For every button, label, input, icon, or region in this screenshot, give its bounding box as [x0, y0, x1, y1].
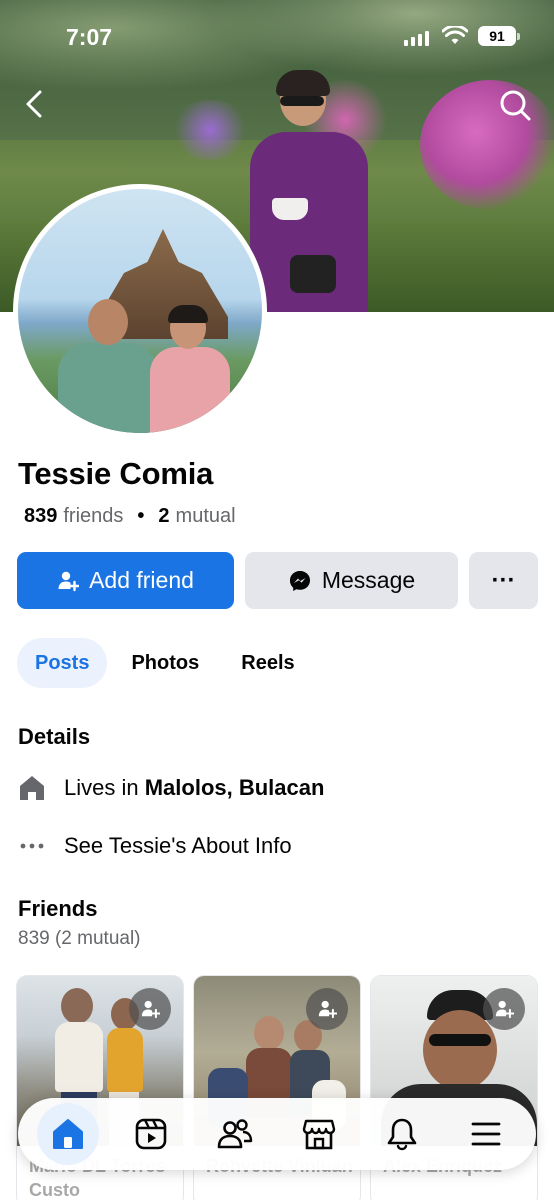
nav-notifications[interactable] [371, 1103, 433, 1165]
cellular-signal-icon [404, 30, 429, 46]
battery-icon: 91 [478, 26, 520, 46]
home-icon [52, 1119, 83, 1149]
lives-in-place[interactable]: Malolos, Bulacan [145, 775, 325, 800]
add-friend-label: Add friend [89, 567, 194, 593]
lives-in-row: Lives in Malolos, Bulacan [18, 774, 324, 802]
about-info-row[interactable]: See Tessie's About Info [18, 832, 292, 860]
more-icon: ··· [491, 566, 516, 594]
friends-label: friends [63, 505, 124, 527]
mutual-label: mutual [175, 505, 236, 527]
add-person-icon [58, 571, 80, 591]
nav-friends[interactable] [204, 1103, 266, 1165]
battery-level: 91 [489, 28, 505, 44]
friends-icon [217, 1119, 253, 1149]
details-heading: Details [18, 724, 91, 749]
wifi-icon [442, 26, 468, 44]
add-person-icon [495, 1000, 514, 1019]
friends-summary: 839 (2 mutual) [18, 928, 141, 949]
menu-icon [471, 1122, 501, 1146]
reels-icon [136, 1118, 167, 1150]
nav-marketplace[interactable] [288, 1103, 350, 1165]
tab-photos[interactable]: Photos [113, 638, 217, 688]
bottom-navigation [18, 1098, 536, 1170]
lives-in-prefix: Lives in [64, 775, 139, 800]
status-time: 7:07 [66, 24, 113, 50]
friends-count: 839 [24, 505, 58, 527]
search-button[interactable] [496, 86, 534, 124]
add-friend-small-button[interactable] [129, 988, 171, 1030]
separator-dot: • [137, 505, 145, 527]
add-friend-button[interactable]: Add friend [17, 552, 234, 609]
profile-friend-stats[interactable]: 839 friends • 2 mutual [24, 505, 236, 528]
message-button[interactable]: Message [245, 552, 458, 609]
profile-tabs: Posts Photos Reels [17, 638, 313, 688]
add-person-icon [318, 1000, 337, 1019]
message-label: Message [321, 567, 416, 593]
tab-reels[interactable]: Reels [223, 638, 312, 688]
more-options-button[interactable]: ··· [469, 552, 538, 609]
mutual-count: 2 [158, 505, 170, 527]
notifications-icon [388, 1118, 417, 1151]
back-button[interactable] [18, 86, 52, 122]
nav-menu[interactable] [455, 1103, 517, 1165]
add-friend-small-button[interactable] [483, 988, 525, 1030]
messenger-icon [289, 570, 310, 591]
friends-heading: Friends [18, 896, 98, 921]
tab-posts[interactable]: Posts [17, 638, 108, 688]
ellipsis-icon [20, 843, 44, 849]
profile-name: Tessie Comia [18, 456, 214, 491]
status-bar: 7:07 91 [0, 0, 554, 70]
add-person-icon [141, 1000, 160, 1019]
about-info-link[interactable]: See Tessie's About Info [64, 833, 292, 859]
marketplace-icon [302, 1119, 335, 1150]
home-detail-icon [20, 776, 44, 800]
add-friend-small-button[interactable] [306, 988, 348, 1030]
nav-home[interactable] [36, 1103, 99, 1165]
nav-reels[interactable] [120, 1103, 182, 1165]
profile-avatar[interactable] [13, 184, 267, 438]
